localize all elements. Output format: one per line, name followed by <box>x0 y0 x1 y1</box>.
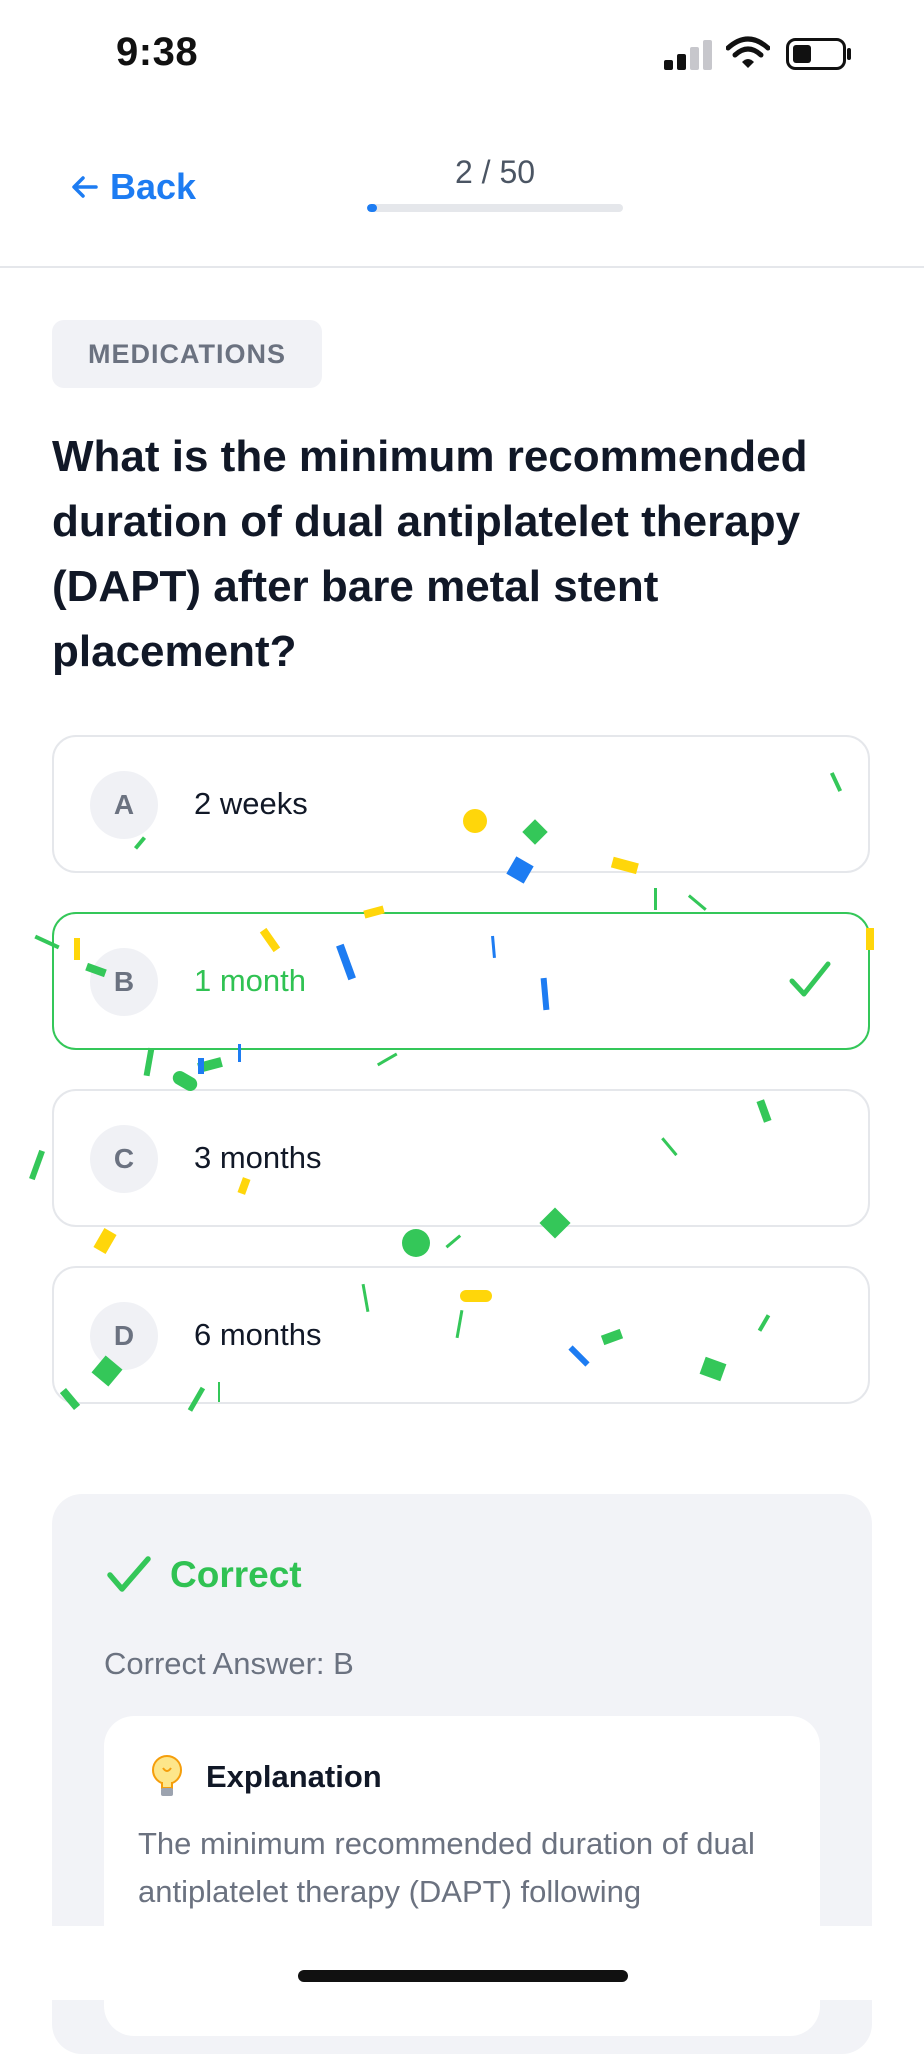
question-progress-bar <box>367 204 623 212</box>
option-letter: B <box>90 948 158 1016</box>
answer-option-d[interactable]: D 6 months <box>52 1266 870 1404</box>
correct-answer-text: Correct Answer: B <box>104 1646 354 1681</box>
status-time: 9:38 <box>116 30 199 74</box>
back-button[interactable]: Back <box>70 160 196 214</box>
top-nav-header: Back 2 / 50 <box>0 110 924 268</box>
signal-icon <box>664 40 712 70</box>
option-letter: A <box>90 771 158 839</box>
wifi-icon <box>726 36 770 68</box>
checkmark-icon <box>789 961 831 997</box>
arrow-left-icon <box>72 176 98 198</box>
home-indicator[interactable] <box>298 1970 628 1982</box>
option-text: 6 months <box>194 1317 322 1352</box>
answer-option-c[interactable]: C 3 months <box>52 1089 870 1227</box>
lightbulb-icon <box>152 1755 182 1796</box>
checkmark-icon <box>107 1556 151 1592</box>
question-progress-fill <box>367 204 378 212</box>
status-bar: 9:38 <box>0 0 924 110</box>
answer-option-a[interactable]: A 2 weeks <box>52 735 870 873</box>
category-badge: MEDICATIONS <box>52 320 322 388</box>
option-letter: C <box>90 1125 158 1193</box>
explanation-title: Explanation <box>206 1759 382 1794</box>
answer-option-b[interactable]: B 1 month <box>52 912 870 1050</box>
option-text: 2 weeks <box>194 786 308 821</box>
feedback-header: Correct <box>106 1554 302 1596</box>
back-button-label: Back <box>110 166 197 207</box>
question-progress-text: 2 / 50 <box>454 154 536 190</box>
feedback-title: Correct <box>170 1554 302 1595</box>
explanation-header: Explanation <box>150 1754 382 1800</box>
option-text: 3 months <box>194 1140 322 1175</box>
option-letter: D <box>90 1302 158 1370</box>
option-text: 1 month <box>194 963 307 998</box>
question-text: What is the minimum recommended duration… <box>52 432 808 676</box>
explanation-text: The minimum recommended duration of dual… <box>138 1826 755 1909</box>
bottom-safe-area <box>0 1926 924 2000</box>
battery-icon <box>786 38 851 70</box>
